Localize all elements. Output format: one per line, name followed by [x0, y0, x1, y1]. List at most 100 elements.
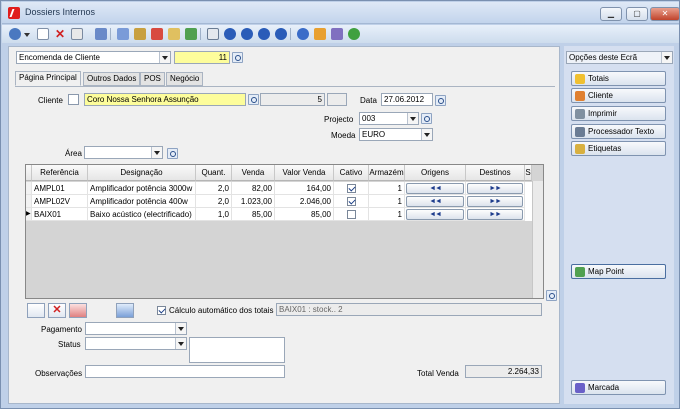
next-record-icon[interactable] — [258, 28, 270, 40]
col-origens[interactable]: Origens — [405, 165, 466, 181]
search-icon[interactable] — [421, 113, 432, 124]
calc-auto-checkbox[interactable] — [157, 306, 166, 315]
last-record-icon[interactable] — [275, 28, 287, 40]
close-button[interactable]: ✕ — [650, 7, 680, 21]
tab-pagina-principal[interactable]: Página Principal — [15, 71, 81, 86]
book-icon[interactable] — [117, 28, 129, 40]
col-venda[interactable]: Venda — [232, 165, 275, 181]
cliente-number-field[interactable]: 5 — [260, 93, 325, 106]
cell-design[interactable]: Amplificador potência 3000w — [88, 182, 196, 195]
processador-texto-button[interactable]: Processador Texto — [571, 124, 666, 139]
pagamento-select[interactable] — [85, 322, 187, 335]
client-card-icon[interactable] — [68, 94, 79, 105]
new-line-button[interactable] — [27, 303, 45, 318]
destinos-button[interactable]: ►► — [467, 183, 523, 194]
totais-button[interactable]: Totais — [571, 71, 666, 86]
search-icon[interactable] — [167, 148, 178, 159]
table-row[interactable]: ▶ BAIX01 Baixo acústico (electrificado) … — [26, 208, 532, 221]
minimize-button[interactable]: ▁ — [600, 7, 622, 21]
maximize-button[interactable]: ▢ — [626, 7, 648, 21]
help-icon[interactable] — [297, 28, 309, 40]
doc-type-select[interactable]: Encomenda de Cliente — [16, 51, 171, 64]
first-record-icon[interactable] — [224, 28, 236, 40]
folder-icon[interactable] — [134, 28, 146, 40]
col-cativo[interactable]: Cativo — [334, 165, 369, 181]
chevron-down-icon[interactable] — [24, 33, 30, 37]
cell-valor[interactable]: 2.046,00 — [275, 195, 334, 208]
etiquetas-button[interactable]: Etiquetas — [571, 141, 666, 156]
tab-negocio[interactable]: Negócio — [166, 72, 204, 86]
chevron-down-icon[interactable] — [661, 52, 672, 63]
destinos-button[interactable]: ►► — [467, 209, 523, 220]
col-valor-venda[interactable]: Valor Venda — [275, 165, 334, 181]
cell-qty[interactable]: 2,0 — [196, 195, 232, 208]
cliente-name-field[interactable]: Coro Nossa Senhora Assunção — [84, 93, 246, 106]
cell-valor[interactable]: 164,00 — [275, 182, 334, 195]
cliente-button[interactable]: Cliente — [571, 88, 666, 103]
col-armazem[interactable]: Armazém — [369, 165, 405, 181]
origens-button[interactable]: ◄◄ — [406, 209, 464, 220]
table-row[interactable]: AMPL02V Amplificador potência 400w 2,0 1… — [26, 195, 532, 208]
origens-button[interactable]: ◄◄ — [406, 196, 464, 207]
tools-icon[interactable] — [331, 28, 343, 40]
details-button[interactable] — [116, 303, 134, 318]
edit-line-button[interactable] — [69, 303, 87, 318]
sync-icon[interactable] — [348, 28, 360, 40]
col-referencia[interactable]: Referência — [32, 165, 88, 181]
status-select[interactable] — [85, 337, 187, 350]
cell-venda[interactable]: 1.023,00 — [232, 195, 275, 208]
refresh-icon[interactable] — [185, 28, 197, 40]
data-field[interactable]: 27.06.2012 — [381, 93, 433, 106]
chevron-down-icon[interactable] — [421, 129, 432, 140]
tab-outros-dados[interactable]: Outros Dados — [83, 72, 141, 86]
cativo-checkbox[interactable] — [347, 197, 356, 206]
tab-pos[interactable]: POS — [140, 72, 165, 86]
chevron-down-icon[interactable] — [159, 52, 170, 63]
cell-armazem[interactable]: 1 — [369, 195, 405, 208]
mail-icon[interactable] — [168, 28, 180, 40]
chevron-down-icon[interactable] — [175, 323, 186, 334]
grid-options-icon[interactable] — [546, 290, 557, 301]
cell-qty[interactable]: 1,0 — [196, 208, 232, 221]
new-document-icon[interactable] — [37, 28, 49, 40]
cell-design[interactable]: Amplificador potência 400w — [88, 195, 196, 208]
cell-ref[interactable]: AMPL01 — [32, 182, 88, 195]
cativo-checkbox[interactable] — [347, 210, 356, 219]
doc-number-field[interactable]: 11 — [174, 51, 230, 64]
cativo-checkbox[interactable] — [347, 184, 356, 193]
col-designacao[interactable]: Designação — [88, 165, 196, 181]
calendar-icon[interactable] — [435, 95, 446, 106]
imprimir-button[interactable]: Imprimir — [571, 106, 666, 121]
cell-valor[interactable]: 85,00 — [275, 208, 334, 221]
cell-venda[interactable]: 85,00 — [232, 208, 275, 221]
search-icon[interactable] — [9, 28, 21, 40]
col-s[interactable]: S — [525, 165, 532, 181]
projecto-select[interactable]: 003 — [359, 112, 419, 125]
chevron-down-icon[interactable] — [151, 147, 162, 158]
chart-icon[interactable] — [151, 28, 163, 40]
cell-venda[interactable]: 82,00 — [232, 182, 275, 195]
marcada-button[interactable]: Marcada — [571, 380, 666, 395]
search-icon[interactable] — [248, 94, 259, 105]
cell-ref[interactable]: BAIX01 — [32, 208, 88, 221]
delete-line-button[interactable]: ✕ — [48, 303, 66, 318]
settings-icon[interactable] — [314, 28, 326, 40]
chevron-down-icon[interactable] — [407, 113, 418, 124]
cell-armazem[interactable]: 1 — [369, 182, 405, 195]
cell-ref[interactable]: AMPL02V — [32, 195, 88, 208]
col-quant[interactable]: Quant. — [196, 165, 232, 181]
cell-qty[interactable]: 2,0 — [196, 182, 232, 195]
observacoes-field[interactable] — [85, 365, 285, 378]
area-select[interactable] — [84, 146, 163, 159]
preview-icon[interactable] — [207, 28, 219, 40]
origens-button[interactable]: ◄◄ — [406, 183, 464, 194]
status-notes-field[interactable] — [189, 337, 285, 363]
previous-record-icon[interactable] — [241, 28, 253, 40]
grid-scrollbar[interactable] — [532, 181, 543, 298]
map-point-button[interactable]: Map Point — [571, 264, 666, 279]
edit-icon[interactable] — [71, 28, 83, 40]
cliente-extra-field[interactable] — [327, 93, 347, 106]
cell-armazem[interactable]: 1 — [369, 208, 405, 221]
grid-icon[interactable] — [95, 28, 107, 40]
options-select[interactable]: Opções deste Ecrã — [566, 51, 673, 64]
